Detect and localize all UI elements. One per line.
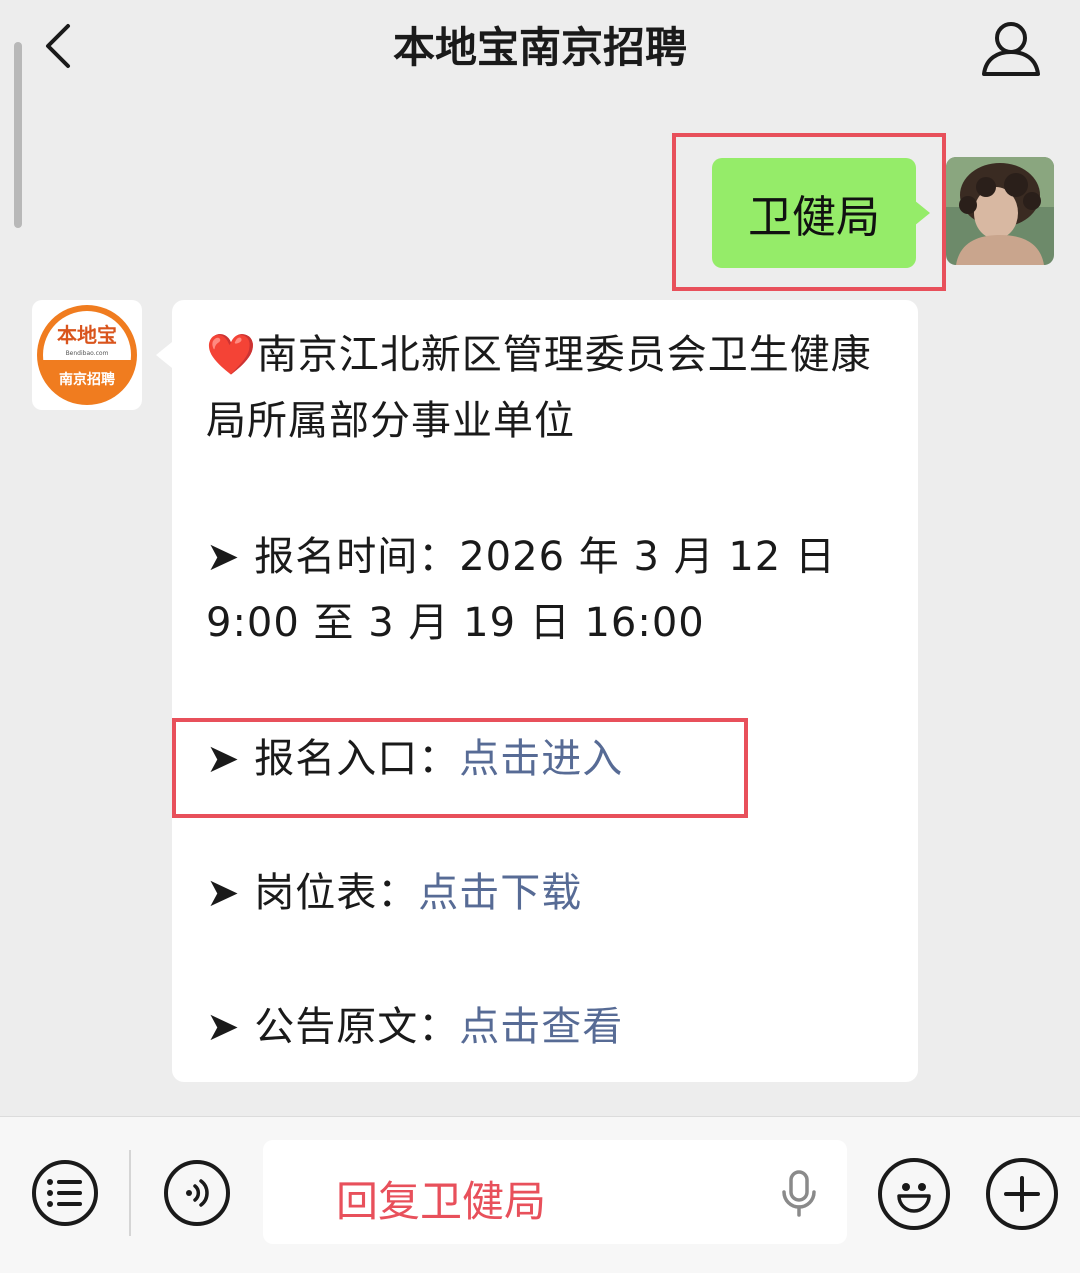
registration-entry-highlight — [172, 718, 748, 818]
user-message-bubble: 卫健局 — [712, 158, 916, 268]
microphone-icon — [782, 1170, 816, 1217]
add-more-button[interactable] — [986, 1158, 1058, 1230]
registration-time-text: ➤ 报名时间：2026 年 3 月 12 日 9:00 至 3 月 19 日 1… — [206, 534, 836, 646]
announcement-label: ➤ 公告原文： — [206, 1004, 460, 1050]
registration-time-line: ➤ 报名时间：2026 年 3 月 12 日 9:00 至 3 月 19 日 1… — [206, 524, 896, 656]
user-bubble-tail — [914, 200, 930, 226]
menu-button[interactable] — [32, 1160, 98, 1226]
emoji-smile-icon — [897, 1183, 931, 1213]
position-table-line: ➤ 岗位表：点击下载 — [206, 860, 896, 926]
bendibao-logo: 本地宝 Bendibao.com 南京招聘 — [37, 305, 137, 405]
voice-icon — [186, 1179, 209, 1207]
menu-list-icon — [47, 1179, 82, 1207]
bot-bubble-tail — [156, 342, 172, 368]
profile-button[interactable] — [978, 18, 1044, 78]
bot-avatar[interactable]: 本地宝 Bendibao.com 南京招聘 — [32, 300, 142, 410]
user-icon — [982, 22, 1040, 76]
toolbar-divider — [129, 1150, 131, 1236]
user-message-text: 卫健局 — [748, 192, 880, 243]
user-avatar-image — [946, 157, 1054, 265]
logo-mid-text: Bendibao.com — [66, 350, 109, 357]
user-avatar[interactable] — [946, 157, 1054, 265]
announcement-line: ➤ 公告原文：点击查看 — [206, 994, 896, 1060]
plus-icon — [1004, 1176, 1040, 1212]
voice-mode-button[interactable] — [164, 1160, 230, 1226]
bot-message-title: ❤️南京江北新区管理委员会卫生健康局所属部分事业单位 — [206, 322, 896, 454]
logo-bottom-text: 南京招聘 — [59, 371, 115, 388]
emoji-button[interactable] — [878, 1158, 950, 1230]
message-input-text: 回复卫健局 — [336, 1177, 547, 1226]
microphone-button[interactable] — [780, 1170, 818, 1222]
position-table-link[interactable]: 点击下载 — [418, 870, 582, 916]
bot-message-title-text: 南京江北新区管理委员会卫生健康局所属部分事业单位 — [206, 332, 872, 444]
position-table-label: ➤ 岗位表： — [206, 870, 419, 916]
heart-icon: ❤️ — [206, 332, 257, 378]
announcement-link[interactable]: 点击查看 — [459, 1004, 623, 1050]
page-title: 本地宝南京招聘 — [392, 23, 687, 72]
logo-top-text: 本地宝 — [57, 323, 117, 347]
